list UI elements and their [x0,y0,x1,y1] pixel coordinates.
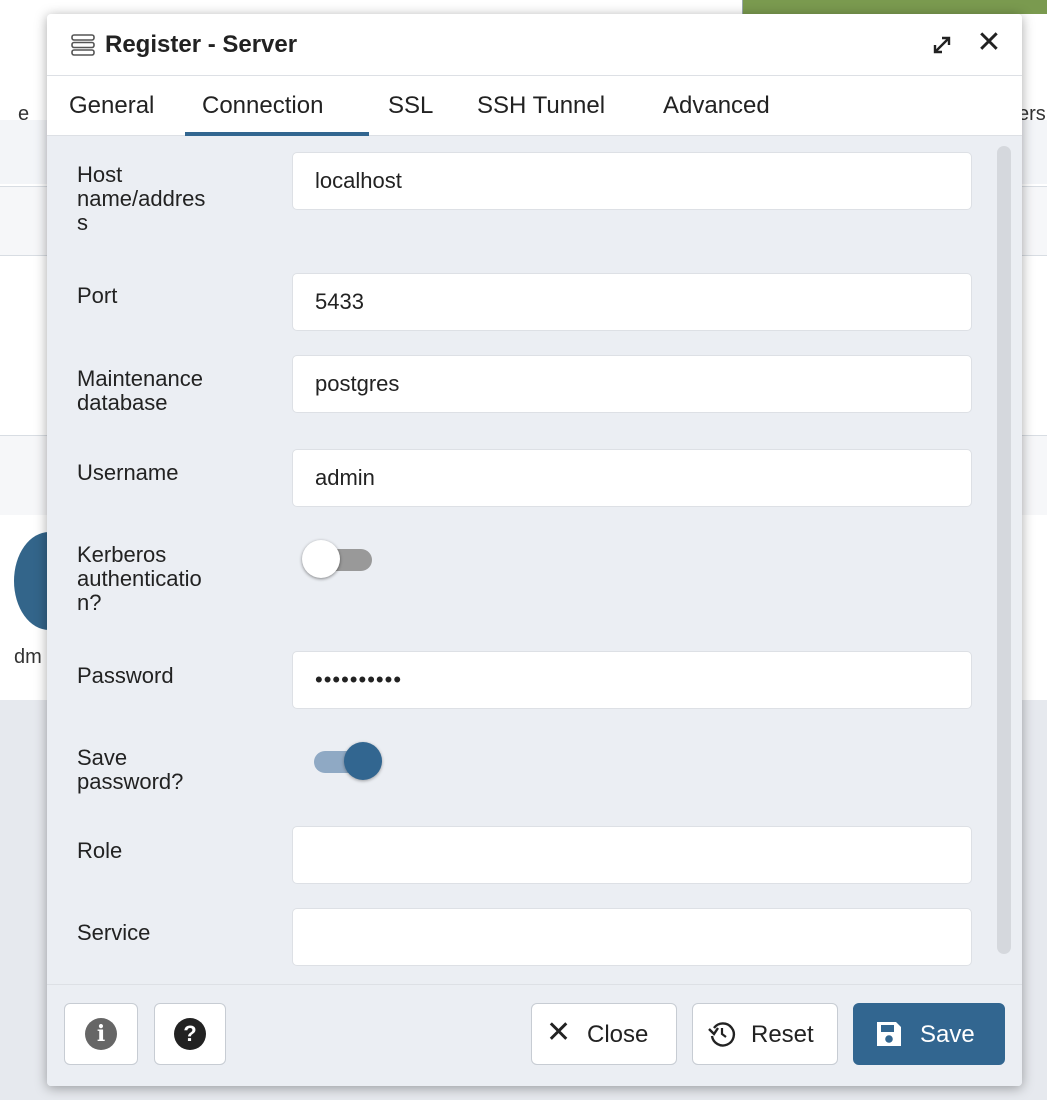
background-header-strip [742,0,1047,14]
close-button[interactable]: ✕ Close [531,1003,677,1065]
service-input[interactable] [292,908,972,966]
tab-connection[interactable]: Connection [202,92,323,120]
save-password-toggle[interactable] [302,740,382,780]
connection-form: Host name/addres s localhost Port 5433 M… [47,136,1022,984]
host-input[interactable]: localhost [292,152,972,210]
kerberos-toggle[interactable] [302,538,382,578]
host-label-line: name/addres [77,186,206,211]
background-text: e [18,103,30,125]
service-label: Service [77,920,151,945]
kerberos-label: Kerberos authenticatio n? [77,543,202,615]
username-label: Username [77,460,179,485]
username-input[interactable]: admin [292,449,972,507]
background-text: ers [1018,103,1046,125]
register-server-dialog: Register - Server ✕ General Connection S… [47,14,1022,1086]
password-label: Password [77,663,174,688]
kerberos-label-line: Kerberos [77,542,167,567]
reset-button[interactable]: Reset [692,1003,838,1065]
password-input[interactable]: •••••••••• [292,651,972,709]
kerberos-label-line: n? [77,590,102,615]
dialog-footer: i ? ✕ Close Reset Save [47,984,1022,1086]
save-button-label: Save [920,1021,975,1048]
tab-general[interactable]: General [69,92,154,120]
server-icon [71,34,95,56]
maintenance-database-input[interactable]: postgres [292,355,972,413]
role-label: Role [77,838,123,863]
save-button[interactable]: Save [853,1003,1005,1065]
reset-icon [708,1022,736,1047]
dialog-title: Register - Server [105,31,298,58]
tab-ssh-tunnel[interactable]: SSH Tunnel [477,92,605,120]
dialog-title-bar[interactable]: Register - Server ✕ [47,14,1022,76]
help-button[interactable]: ? [154,1003,226,1065]
save-password-label: Save password? [77,746,183,794]
save-icon [877,1022,901,1046]
maintenance-database-label-line: Maintenance [77,366,203,391]
kerberos-label-line: authenticatio [77,566,202,591]
info-button[interactable]: i [64,1003,138,1065]
help-icon: ? [174,1018,206,1050]
tab-advanced[interactable]: Advanced [663,92,770,120]
info-icon: i [85,1018,117,1050]
tab-bar: General Connection SSL SSH Tunnel Advanc… [47,76,1022,136]
host-label-line: s [77,210,88,235]
background-text: dm [14,646,42,668]
maintenance-database-label-line: database [77,390,168,415]
host-label: Host name/addres s [77,163,205,235]
toggle-knob [302,540,340,578]
host-label-line: Host [77,162,123,187]
close-icon[interactable]: ✕ [972,26,1006,60]
toggle-knob [344,742,382,780]
maximize-icon[interactable] [927,30,957,60]
close-icon: ✕ [546,1016,572,1049]
save-password-label-line: password? [77,769,184,794]
role-input[interactable] [292,826,972,884]
tab-ssl[interactable]: SSL [388,92,433,120]
port-input[interactable]: 5433 [292,273,972,331]
form-scrollbar[interactable] [997,146,1011,954]
maintenance-database-label: Maintenance database [77,367,203,415]
close-button-label: Close [587,1021,649,1048]
port-label: Port [77,283,118,308]
reset-button-label: Reset [751,1021,814,1048]
save-password-label-line: Save [77,745,128,770]
